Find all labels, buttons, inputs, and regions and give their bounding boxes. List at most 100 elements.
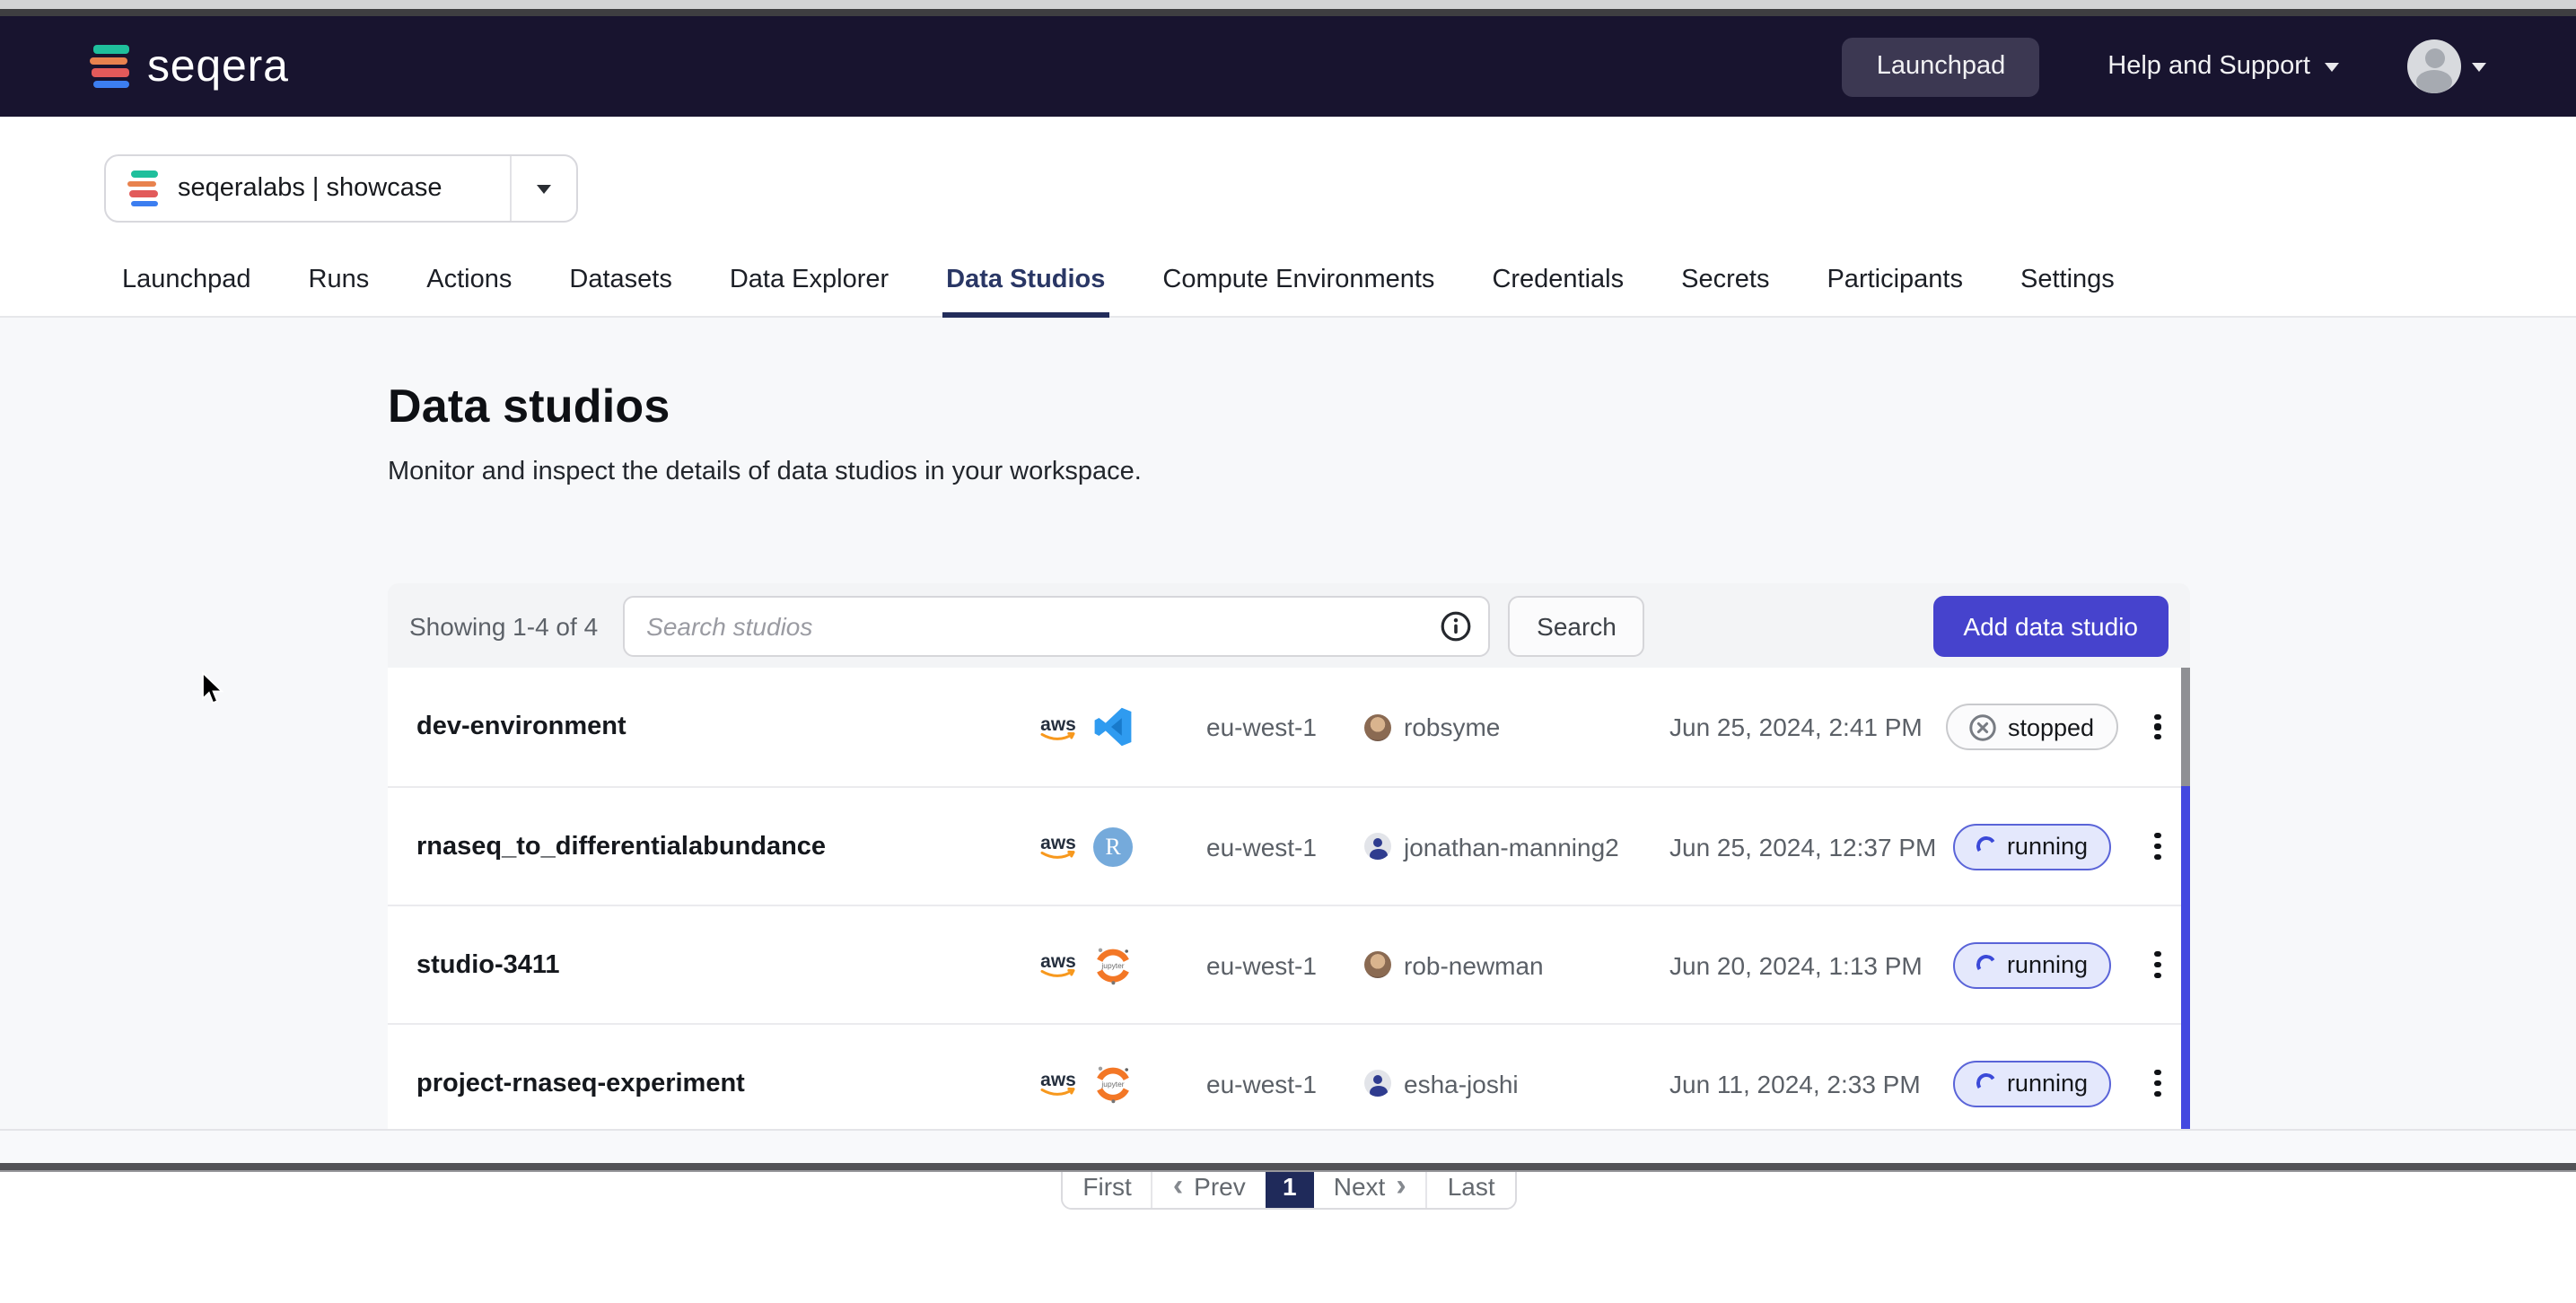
table-row: studio-3411 aws R jupyter eu-west-1 rob-… — [388, 905, 2190, 1023]
user-avatar-icon — [1364, 833, 1391, 860]
status-label: running — [2007, 1070, 2088, 1097]
status-label: stopped — [2008, 713, 2094, 740]
svg-text:aws: aws — [1040, 713, 1076, 734]
browser-bottom-edge — [0, 1170, 2576, 1172]
scrollbar-track — [2181, 786, 2190, 1141]
status-badge: running — [1953, 941, 2111, 988]
search-box — [623, 595, 1490, 656]
page-subtitle: Monitor and inspect the details of data … — [388, 458, 2576, 486]
status-label: running — [2007, 833, 2088, 860]
seqera-logo-icon — [90, 45, 129, 88]
spinner-icon — [1975, 953, 1998, 976]
rstudio-icon: R — [1093, 826, 1133, 866]
tab-data-explorer[interactable]: Data Explorer — [726, 248, 892, 316]
user-avatar — [1364, 713, 1391, 740]
aws-icon: aws — [1038, 1068, 1079, 1098]
chevron-down-icon — [537, 184, 551, 193]
workspace-selector[interactable]: seqeralabs | showcase — [104, 154, 578, 223]
top-navbar: seqera Launchpad Help and Support — [0, 16, 2576, 117]
studio-name-link[interactable]: studio-3411 — [416, 950, 1038, 979]
table-row: rnaseq_to_differentialabundance aws R ju… — [388, 786, 2190, 905]
search-button[interactable]: Search — [1508, 595, 1645, 656]
page-footer — [0, 1129, 2576, 1172]
launchpad-button[interactable]: Launchpad — [1843, 37, 2040, 96]
user-name: rob-newman — [1404, 950, 1544, 979]
user-name: esha-joshi — [1404, 1069, 1519, 1097]
vscode-icon — [1093, 707, 1133, 747]
table-scrollbar[interactable] — [2181, 668, 2190, 1141]
tab-secrets[interactable]: Secrets — [1678, 248, 1773, 316]
status-badge: running — [1953, 823, 2111, 870]
spinner-icon — [1975, 1071, 1998, 1095]
aws-icon: aws — [1038, 831, 1079, 861]
page-title: Data studios — [388, 379, 2576, 434]
svg-text:jupyter: jupyter — [1100, 1079, 1124, 1088]
region: eu-west-1 — [1206, 832, 1364, 861]
browser-bottom-bar — [0, 1163, 2576, 1170]
user-name: jonathan-manning2 — [1404, 832, 1619, 861]
table-row: project-rnaseq-experiment aws R jupyter … — [388, 1023, 2190, 1141]
status-label: running — [2007, 951, 2088, 978]
workspace-tabs: Launchpad Runs Actions Datasets Data Exp… — [0, 248, 2576, 318]
status-badge: running — [1953, 1060, 2111, 1106]
user-avatar-icon — [1364, 1070, 1391, 1097]
browser-chrome-strip — [0, 0, 2576, 9]
data-studios-panel: Showing 1-4 of 4 Search Add data studio — [388, 583, 2190, 1210]
search-input[interactable] — [625, 611, 1424, 640]
studios-table: dev-environment aws R jupyter eu-west-1 … — [388, 668, 2190, 1143]
user-avatar — [1364, 951, 1391, 978]
created-date: Jun 20, 2024, 1:13 PM — [1669, 950, 1939, 979]
studio-name-link[interactable]: project-rnaseq-experiment — [416, 1069, 1038, 1097]
tab-compute-environments[interactable]: Compute Environments — [1159, 248, 1438, 316]
studio-name-link[interactable]: rnaseq_to_differentialabundance — [416, 832, 1038, 861]
created-date: Jun 25, 2024, 2:41 PM — [1669, 713, 1939, 741]
table-toolbar: Showing 1-4 of 4 Search Add data studio — [388, 583, 2190, 668]
svg-text:aws: aws — [1040, 1070, 1076, 1090]
add-data-studio-button[interactable]: Add data studio — [1932, 595, 2169, 656]
help-label: Help and Support — [2107, 52, 2310, 81]
region: eu-west-1 — [1206, 1069, 1364, 1097]
created-date: Jun 25, 2024, 12:37 PM — [1669, 832, 1939, 861]
avatar — [2407, 39, 2461, 93]
tab-settings[interactable]: Settings — [2017, 248, 2118, 316]
user-name: robsyme — [1404, 713, 1500, 741]
workspace-dropdown-button[interactable] — [510, 156, 576, 221]
tab-data-studios[interactable]: Data Studios — [942, 248, 1108, 316]
region: eu-west-1 — [1206, 713, 1364, 741]
tab-credentials[interactable]: Credentials — [1488, 248, 1627, 316]
svg-text:aws: aws — [1040, 951, 1076, 972]
studio-name-link[interactable]: dev-environment — [416, 713, 1038, 741]
browser-chrome-strip-dark — [0, 9, 2576, 16]
help-and-support-menu[interactable]: Help and Support — [2107, 52, 2339, 81]
info-icon — [1440, 609, 1472, 642]
stopped-icon — [1970, 713, 1997, 740]
workspace-label: seqeralabs | showcase — [178, 174, 442, 203]
user-menu[interactable] — [2407, 39, 2486, 93]
jupyter-icon: jupyter — [1093, 945, 1133, 984]
tab-datasets[interactable]: Datasets — [565, 248, 675, 316]
search-info-button[interactable] — [1424, 597, 1488, 654]
created-date: Jun 11, 2024, 2:33 PM — [1669, 1069, 1939, 1097]
chevron-down-icon — [2325, 62, 2339, 71]
chevron-left-icon: ‹ — [1173, 1170, 1183, 1201]
tab-actions[interactable]: Actions — [423, 248, 515, 316]
aws-icon: aws — [1038, 712, 1079, 742]
tab-launchpad[interactable]: Launchpad — [118, 248, 255, 316]
chevron-right-icon: › — [1396, 1170, 1406, 1201]
scrollbar-thumb[interactable] — [2181, 668, 2190, 786]
status-badge: stopped — [1947, 704, 2117, 750]
svg-text:aws: aws — [1040, 833, 1076, 853]
region: eu-west-1 — [1206, 950, 1364, 979]
svg-text:jupyter: jupyter — [1100, 960, 1124, 969]
tab-runs[interactable]: Runs — [305, 248, 373, 316]
spinner-icon — [1975, 835, 1998, 858]
workspace-org-icon — [127, 171, 158, 206]
aws-icon: aws — [1038, 949, 1079, 980]
tab-participants[interactable]: Participants — [1823, 248, 1967, 316]
results-count: Showing 1-4 of 4 — [409, 611, 598, 640]
seqera-logo[interactable]: seqera — [90, 40, 289, 92]
brand-name: seqera — [147, 40, 289, 92]
jupyter-icon: jupyter — [1093, 1063, 1133, 1103]
chevron-down-icon — [2472, 62, 2486, 71]
table-row: dev-environment aws R jupyter eu-west-1 … — [388, 668, 2190, 786]
